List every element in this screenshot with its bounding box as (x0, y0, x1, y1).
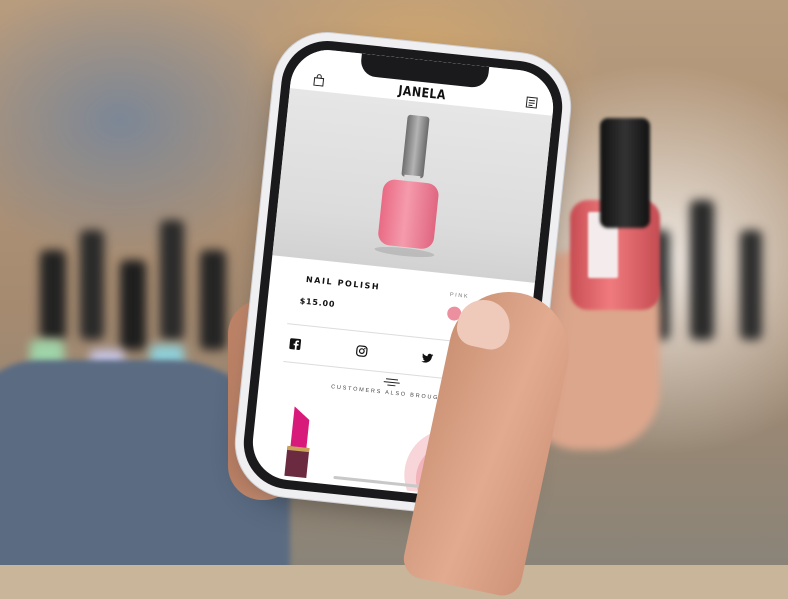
blurred-bottle (120, 260, 146, 350)
nail-polish-image (360, 107, 465, 266)
blurred-bottle (690, 200, 714, 340)
instagram-icon[interactable] (355, 344, 368, 357)
product-image[interactable] (272, 88, 552, 283)
bottle-cap (600, 118, 650, 228)
blurred-bottle (200, 250, 226, 350)
blurred-bottle (160, 220, 184, 340)
menu-icon[interactable] (525, 96, 538, 109)
twitter-icon[interactable] (421, 351, 434, 364)
color-label: PINK (450, 292, 470, 300)
product-price: $15.00 (299, 296, 335, 309)
blurred-bottle (740, 230, 762, 340)
lines-icon (382, 377, 401, 387)
blurred-bottle (80, 230, 104, 340)
product-name: NAIL POLISH (306, 275, 381, 292)
facebook-icon[interactable] (289, 338, 302, 351)
lipstick-thumbnail[interactable] (275, 401, 323, 485)
blurred-bottle (40, 250, 66, 340)
